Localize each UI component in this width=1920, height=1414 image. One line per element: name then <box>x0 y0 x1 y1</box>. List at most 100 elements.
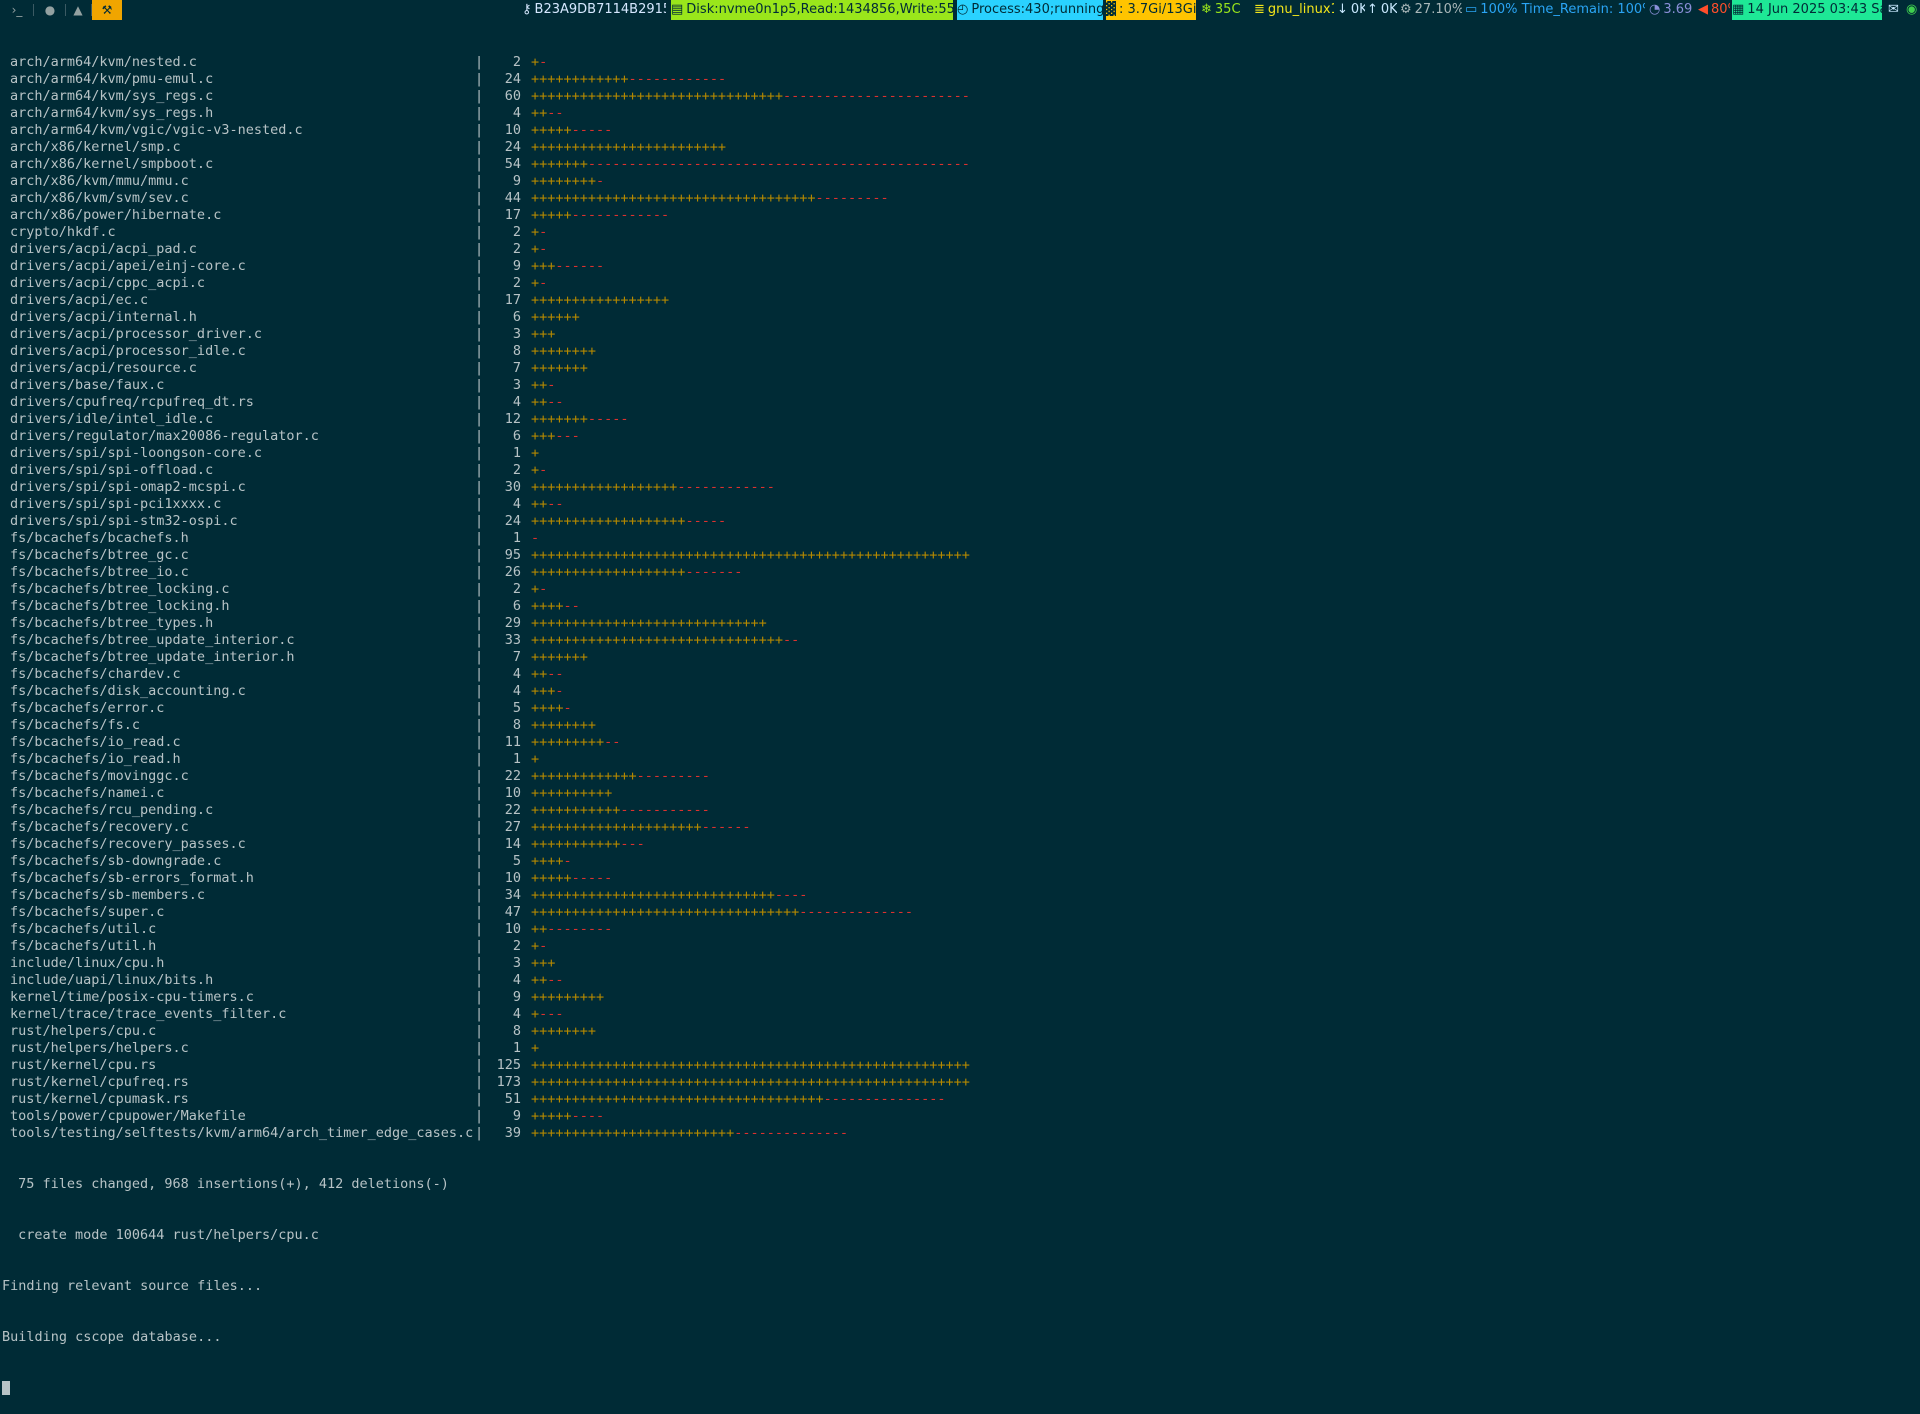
file-path: fs/bcachefs/disk_accounting.c <box>10 683 246 699</box>
change-bar: +++++++++-- <box>531 734 620 751</box>
mail-icon: ✉ <box>1888 2 1899 17</box>
change-count: 8 <box>512 717 521 733</box>
diffstat-row: drivers/acpi/acpi_pad.c | 2 +- <box>10 241 1915 258</box>
column-separator: | <box>475 54 484 70</box>
change-count: 7 <box>512 360 521 376</box>
change-bar: +++++++++++++++++++----- <box>531 513 726 530</box>
column-separator: | <box>475 292 484 308</box>
file-path: drivers/regulator/max20086-regulator.c <box>10 428 319 444</box>
segment-text: 35C <box>1214 2 1241 17</box>
column-separator: | <box>475 479 484 495</box>
file-path: arch/x86/kvm/mmu/mmu.c <box>10 173 189 189</box>
change-count: 4 <box>512 666 521 682</box>
insertions-bar: +++ <box>531 955 556 971</box>
insertions-bar: ++++++++++++++++++ <box>531 479 678 495</box>
file-path: fs/bcachefs/bcachefs.h <box>10 530 189 546</box>
change-count: 1 <box>512 530 521 546</box>
insertions-bar: +++++++ <box>531 360 588 376</box>
file-path: arch/arm64/kvm/sys_regs.c <box>10 88 214 104</box>
diffstat-row: fs/bcachefs/btree_locking.h | 6 ++++-- <box>10 598 1915 615</box>
change-count: 33 <box>504 632 521 648</box>
column-separator: | <box>475 904 484 920</box>
insertions-bar: +++++++++++ <box>531 802 621 818</box>
column-separator: | <box>475 1074 484 1090</box>
segment-tray: ◉ <box>1906 0 1920 20</box>
column-separator: | <box>475 768 484 784</box>
speaker-icon: ◀ <box>1698 2 1708 17</box>
change-count: 39 <box>504 1125 521 1141</box>
file-path: drivers/acpi/processor_driver.c <box>10 326 262 342</box>
change-count: 4 <box>512 972 521 988</box>
column-separator: | <box>475 547 484 563</box>
firefox-icon[interactable]: ● <box>38 0 62 20</box>
deletions-bar: --------------- <box>823 1091 946 1107</box>
insertions-bar: +++++++ <box>531 156 588 172</box>
change-count: 2 <box>512 54 521 70</box>
diffstat-row: drivers/idle/intel_idle.c | 12 +++++++----- <box>10 411 1915 428</box>
change-bar: ++++++++++++++++++------------ <box>531 479 775 496</box>
prompt-line[interactable] <box>2 1380 1915 1397</box>
insertions-bar: +++++++++++++++++++ <box>531 513 686 529</box>
diffstat-row: kernel/trace/trace_events_filter.c | 4 +--- <box>10 1006 1915 1023</box>
insertions-bar: ++++++++++++++++++++++++++++++++++++++++… <box>531 1057 970 1073</box>
diffstat-row: arch/x86/kernel/smpboot.c | 54 +++++++-----… <box>10 156 1915 173</box>
file-path: arch/x86/power/hibernate.c <box>10 207 222 223</box>
column-separator: | <box>475 632 484 648</box>
column-separator: | <box>475 989 484 1005</box>
workspace-separator <box>33 4 34 16</box>
segment-download: ↓ 0K <box>1337 0 1365 20</box>
change-bar: +++++++++++++++++++++++++++++ <box>531 615 767 632</box>
process-icon: ◴ <box>957 2 969 17</box>
column-separator: | <box>475 445 484 461</box>
column-separator: | <box>475 564 484 580</box>
change-count: 14 <box>504 836 521 852</box>
change-bar: - <box>531 530 539 547</box>
change-count: 2 <box>512 581 521 597</box>
deletions-bar: - <box>547 377 556 393</box>
deletions-bar: --- <box>539 1006 564 1022</box>
summary-changed: 75 files changed, 968 insertions(+), 412… <box>10 1176 449 1192</box>
change-bar: +++++++++++++--------- <box>531 768 710 785</box>
change-count: 2 <box>512 938 521 954</box>
deletions-bar: - <box>539 581 548 597</box>
change-count: 95 <box>504 547 521 563</box>
diffstat-row: crypto/hkdf.c | 2 +- <box>10 224 1915 241</box>
diffstat-row: fs/bcachefs/btree_types.h | 29 ++++++++++++… <box>10 615 1915 632</box>
column-separator: | <box>475 190 484 206</box>
deletions-bar: - <box>539 275 548 291</box>
change-bar: +++++++++++++++++ <box>531 292 669 309</box>
deletions-bar: - <box>539 462 548 478</box>
tools-icon[interactable]: ⚒ <box>92 0 122 20</box>
column-separator: | <box>475 275 484 291</box>
insertions-bar: ++++++++++++++++++++++++++++++ <box>531 887 775 903</box>
change-count: 34 <box>504 887 521 903</box>
change-bar: +- <box>531 462 547 479</box>
change-bar: ++++++++++++------------ <box>531 71 726 88</box>
insertions-bar: ++++++++++ <box>531 785 613 801</box>
terminal[interactable]: arch/arm64/kvm/nested.c | 2 +- arch/arm64/kv… <box>2 20 1915 1414</box>
file-path: fs/bcachefs/super.c <box>10 904 165 920</box>
diffstat-row: tools/testing/selftests/kvm/arm64/arch_t… <box>10 1125 1915 1142</box>
linux-icon[interactable]: ▲ <box>68 0 88 20</box>
column-separator: | <box>475 836 484 852</box>
change-count: 24 <box>504 71 521 87</box>
column-separator: | <box>475 955 484 971</box>
change-bar: +++++++ <box>531 360 588 377</box>
diffstat-row: drivers/acpi/processor_idle.c | 8 ++++++++ <box>10 343 1915 360</box>
column-separator: | <box>475 870 484 886</box>
terminal-icon[interactable]: ›_ <box>4 0 30 20</box>
column-separator: | <box>475 819 484 835</box>
change-bar: +++++++++ <box>531 989 604 1006</box>
change-bar: ++-- <box>531 394 564 411</box>
insertions-bar: +++++++++ <box>531 734 605 750</box>
column-separator: | <box>475 309 484 325</box>
column-separator: | <box>475 530 484 546</box>
tray-icon: ◉ <box>1906 2 1918 17</box>
deletions-bar: ----------- <box>620 802 710 818</box>
change-count: 24 <box>504 513 521 529</box>
diffstat-row: arch/arm64/kvm/vgic/vgic-v3-nested.c | 10 +… <box>10 122 1915 139</box>
insertions-bar: ++++ <box>531 598 564 614</box>
file-path: fs/bcachefs/sb-downgrade.c <box>10 853 222 869</box>
speedometer-icon: ◔ <box>1649 2 1661 17</box>
segment-text: Disk:nvme0n1p5,Read:1434856,Write:554420 <box>686 2 953 17</box>
